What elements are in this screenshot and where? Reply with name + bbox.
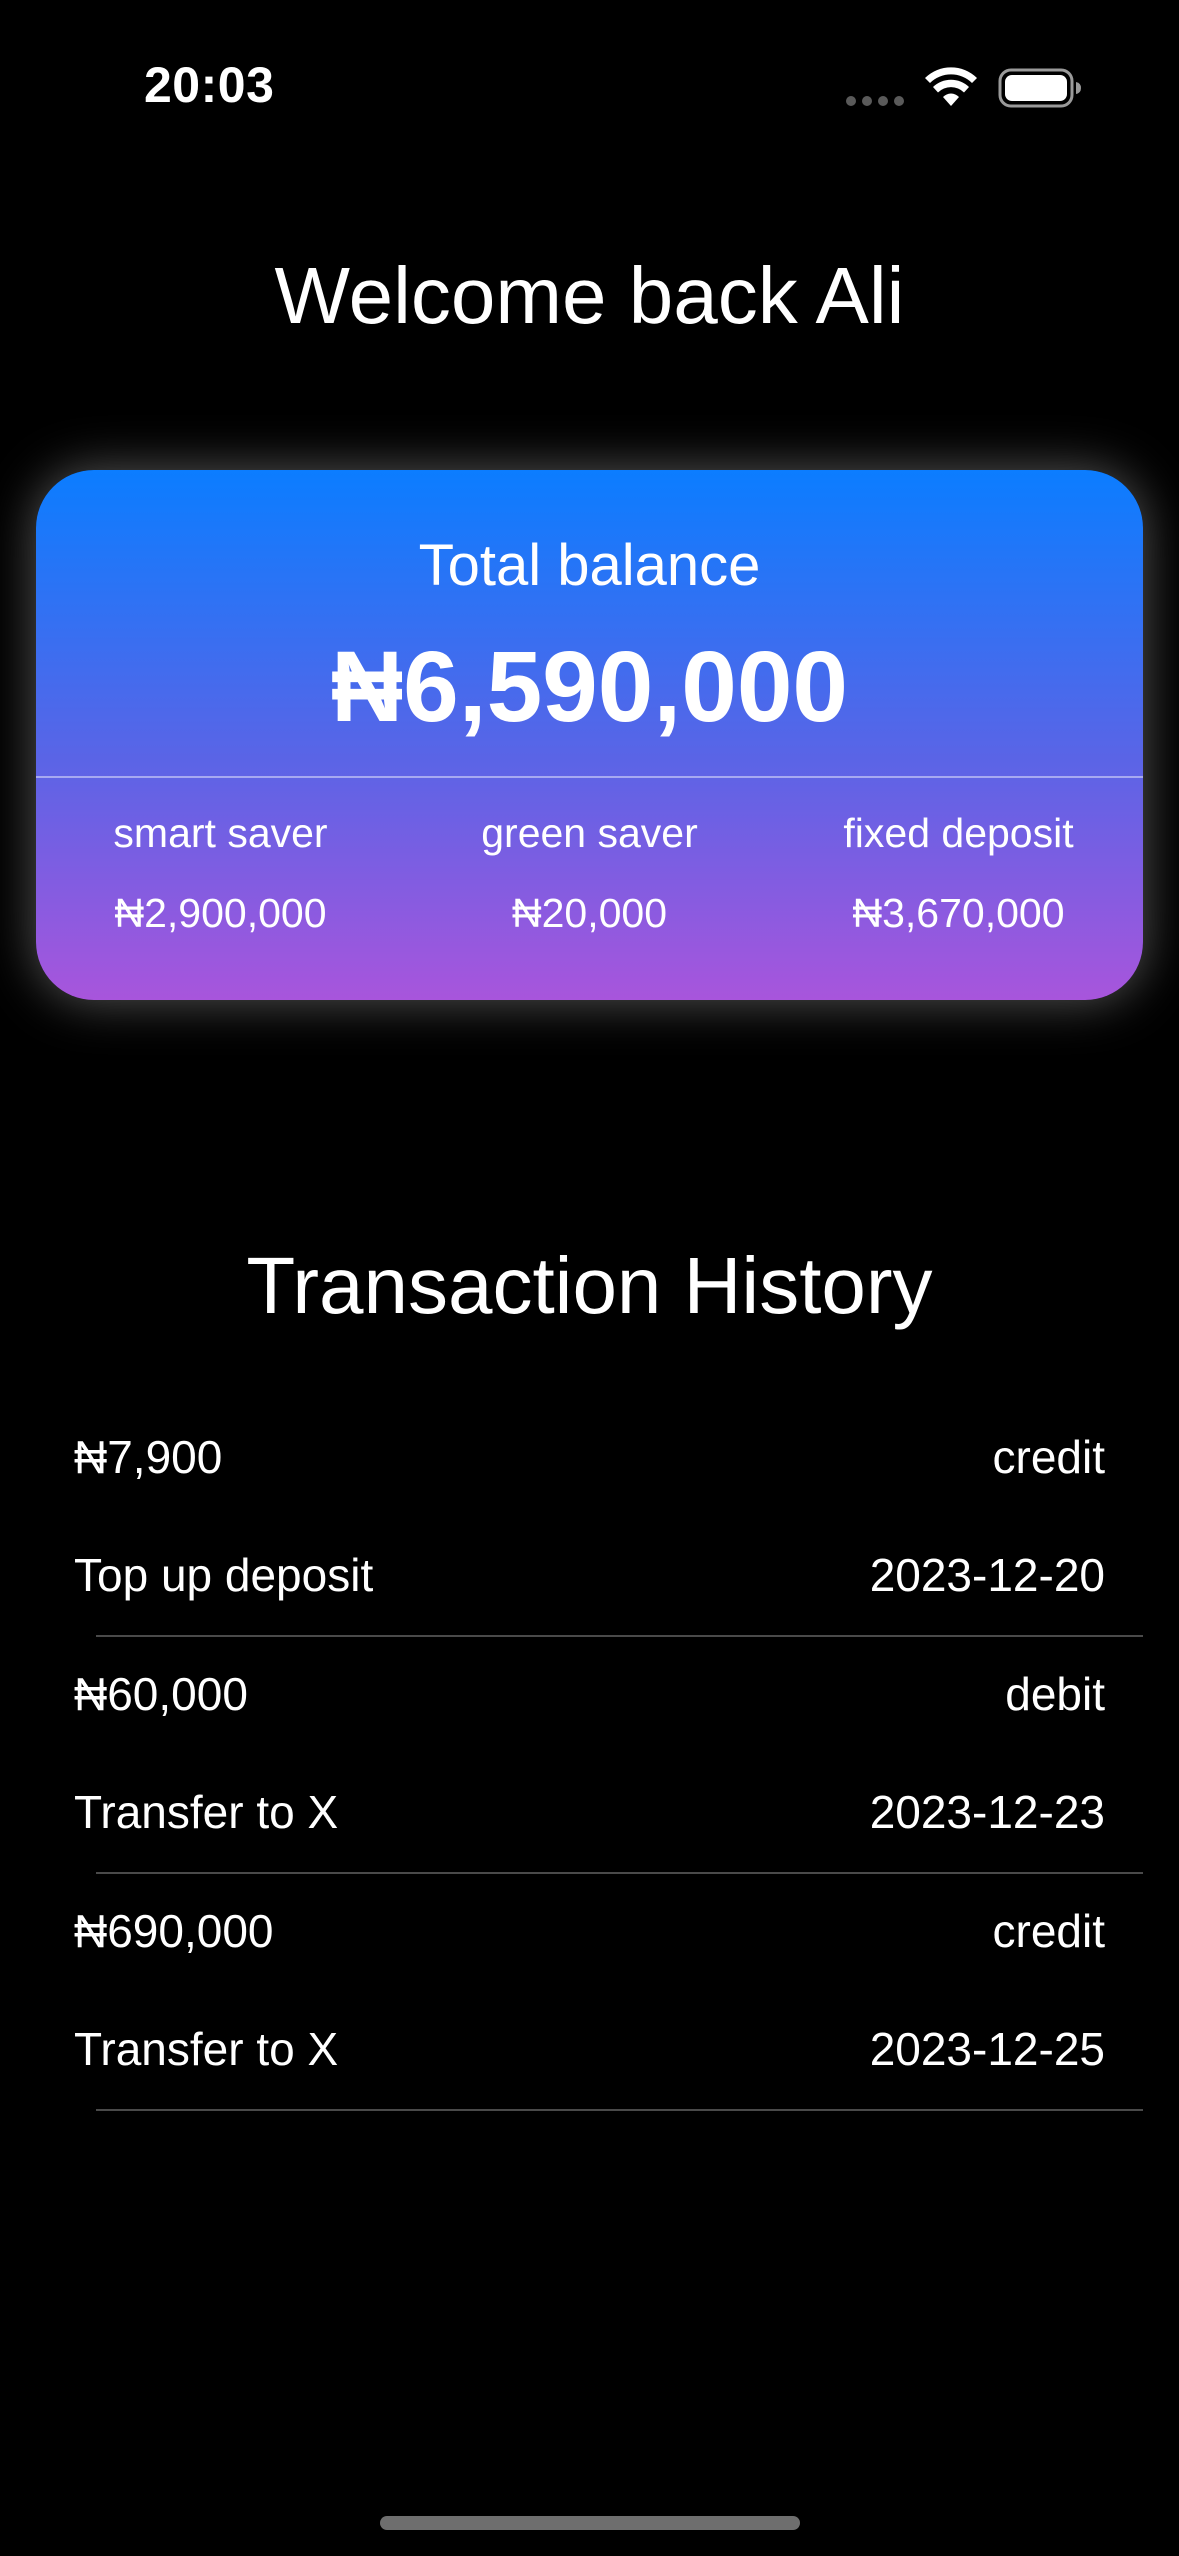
home-indicator[interactable] bbox=[380, 2516, 800, 2530]
sub-account-fixed-deposit[interactable]: fixed deposit ₦3,670,000 bbox=[774, 810, 1143, 937]
transaction-description: Transfer to X bbox=[74, 1786, 339, 1838]
cellular-signal-icon bbox=[846, 96, 904, 106]
row-separator bbox=[96, 2109, 1143, 2111]
transaction-list: ₦7,900 credit Top up deposit 2023-12-20 … bbox=[0, 1400, 1179, 2111]
transaction-amount: ₦690,000 bbox=[74, 1905, 274, 1957]
transaction-date: 2023-12-20 bbox=[869, 1549, 1105, 1601]
sub-account-name: green saver bbox=[481, 810, 698, 856]
transaction-row[interactable]: ₦7,900 credit Top up deposit 2023-12-20 bbox=[0, 1400, 1179, 1637]
balance-card: Total balance ₦6,590,000 smart saver ₦2,… bbox=[36, 470, 1143, 1000]
status-time: 20:03 bbox=[144, 57, 275, 113]
sub-accounts: smart saver ₦2,900,000 green saver ₦20,0… bbox=[36, 810, 1143, 937]
card-divider bbox=[36, 776, 1143, 778]
transaction-description: Top up deposit bbox=[74, 1549, 374, 1601]
transaction-type: credit bbox=[992, 1431, 1105, 1483]
status-bar: 20:03 bbox=[0, 0, 1179, 170]
sub-account-value: ₦2,900,000 bbox=[114, 890, 327, 936]
transaction-description: Transfer to X bbox=[74, 2023, 339, 2075]
sub-account-value: ₦3,670,000 bbox=[852, 890, 1065, 936]
wifi-icon bbox=[925, 67, 977, 106]
sub-account-smart-saver[interactable]: smart saver ₦2,900,000 bbox=[36, 810, 405, 937]
transaction-amount: ₦7,900 bbox=[74, 1431, 223, 1483]
total-balance-amount: ₦6,590,000 bbox=[330, 631, 849, 743]
sub-account-name: fixed deposit bbox=[843, 810, 1074, 856]
transaction-type: credit bbox=[992, 1905, 1105, 1957]
total-balance-label: Total balance bbox=[418, 533, 761, 598]
sub-account-value: ₦20,000 bbox=[511, 890, 667, 936]
transaction-row[interactable]: ₦690,000 credit Transfer to X 2023-12-25 bbox=[0, 1874, 1179, 2111]
sub-account-name: smart saver bbox=[113, 810, 328, 856]
welcome-title: Welcome back Ali bbox=[274, 251, 905, 340]
transaction-row[interactable]: ₦60,000 debit Transfer to X 2023-12-23 bbox=[0, 1637, 1179, 1874]
transaction-history-title: Transaction History bbox=[246, 1241, 933, 1330]
transaction-date: 2023-12-23 bbox=[869, 1786, 1105, 1838]
transaction-date: 2023-12-25 bbox=[869, 2023, 1105, 2075]
battery-icon bbox=[998, 68, 1081, 108]
sub-account-green-saver[interactable]: green saver ₦20,000 bbox=[405, 810, 774, 937]
transaction-type: debit bbox=[1005, 1668, 1105, 1720]
transaction-amount: ₦60,000 bbox=[74, 1668, 248, 1720]
